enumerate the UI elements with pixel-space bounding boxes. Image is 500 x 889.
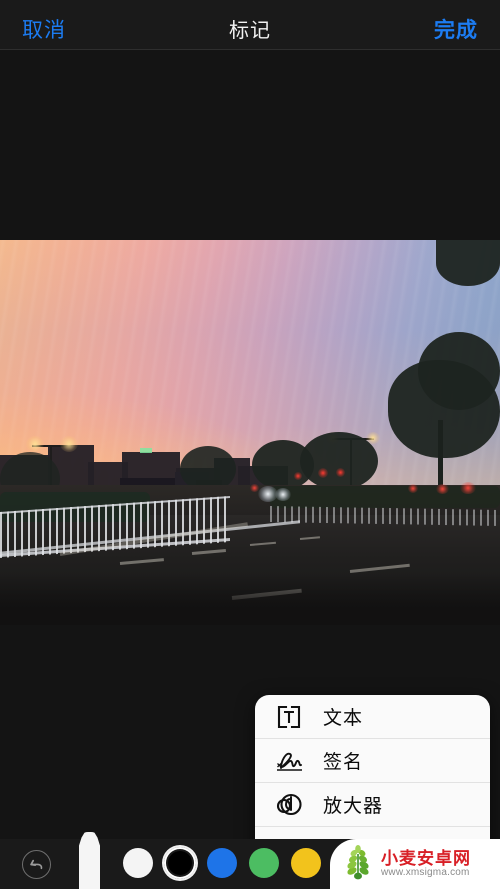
lamp-glow — [26, 436, 44, 452]
watermark-title: 小麦安卓网 — [381, 848, 471, 868]
magnifier-icon — [275, 791, 317, 818]
car-taillight — [408, 484, 418, 493]
signature-icon — [275, 748, 317, 774]
photo-bottom-fade — [0, 573, 500, 625]
watermark: 小麦安卓网 www.xmsigma.com — [330, 839, 500, 889]
color-swatch-green[interactable] — [249, 848, 279, 878]
tree-silhouette — [436, 240, 500, 286]
lamp-glow — [60, 436, 78, 452]
markup-screen: 取消 标记 完成 文本 签名 放大器 小麦安卓网 www.xmsigma.com — [0, 0, 500, 889]
traffic-signal-red — [336, 468, 345, 477]
menu-item-signature[interactable]: 签名 — [255, 739, 490, 783]
menu-item-text[interactable]: 文本 — [255, 695, 490, 739]
car-headlight — [275, 488, 291, 501]
text-box-icon — [275, 704, 317, 730]
page-title: 标记 — [229, 20, 271, 42]
color-swatch-white[interactable] — [123, 848, 153, 878]
menu-item-signature-label: 签名 — [323, 752, 364, 773]
watermark-text: 小麦安卓网 www.xmsigma.com — [381, 848, 471, 878]
tree-silhouette — [252, 440, 314, 490]
traffic-signal-red — [294, 472, 302, 480]
color-swatch-blue[interactable] — [207, 848, 237, 878]
menu-item-text-label: 文本 — [323, 708, 364, 729]
watermark-url: www.xmsigma.com — [381, 866, 470, 878]
photo-image[interactable] — [0, 240, 500, 625]
menu-item-magnifier[interactable]: 放大器 — [255, 783, 490, 827]
wheat-logo-icon — [341, 844, 375, 885]
color-swatch-yellow[interactable] — [291, 848, 321, 878]
lit-sign — [140, 448, 152, 453]
tree-silhouette — [418, 332, 500, 410]
markup-canvas-area[interactable]: 文本 签名 放大器 — [0, 50, 500, 882]
undo-arrow-icon[interactable] — [22, 850, 51, 879]
pen-tool[interactable] — [79, 832, 100, 889]
car-taillight — [460, 482, 476, 494]
car-taillight — [250, 484, 259, 492]
color-swatch-black[interactable] — [162, 845, 198, 881]
menu-item-magnifier-label: 放大器 — [323, 796, 384, 817]
traffic-signal-red — [318, 468, 328, 478]
car-taillight — [436, 484, 449, 494]
done-button[interactable]: 完成 — [434, 14, 478, 44]
top-navigation-bar: 取消 标记 完成 — [0, 0, 500, 50]
